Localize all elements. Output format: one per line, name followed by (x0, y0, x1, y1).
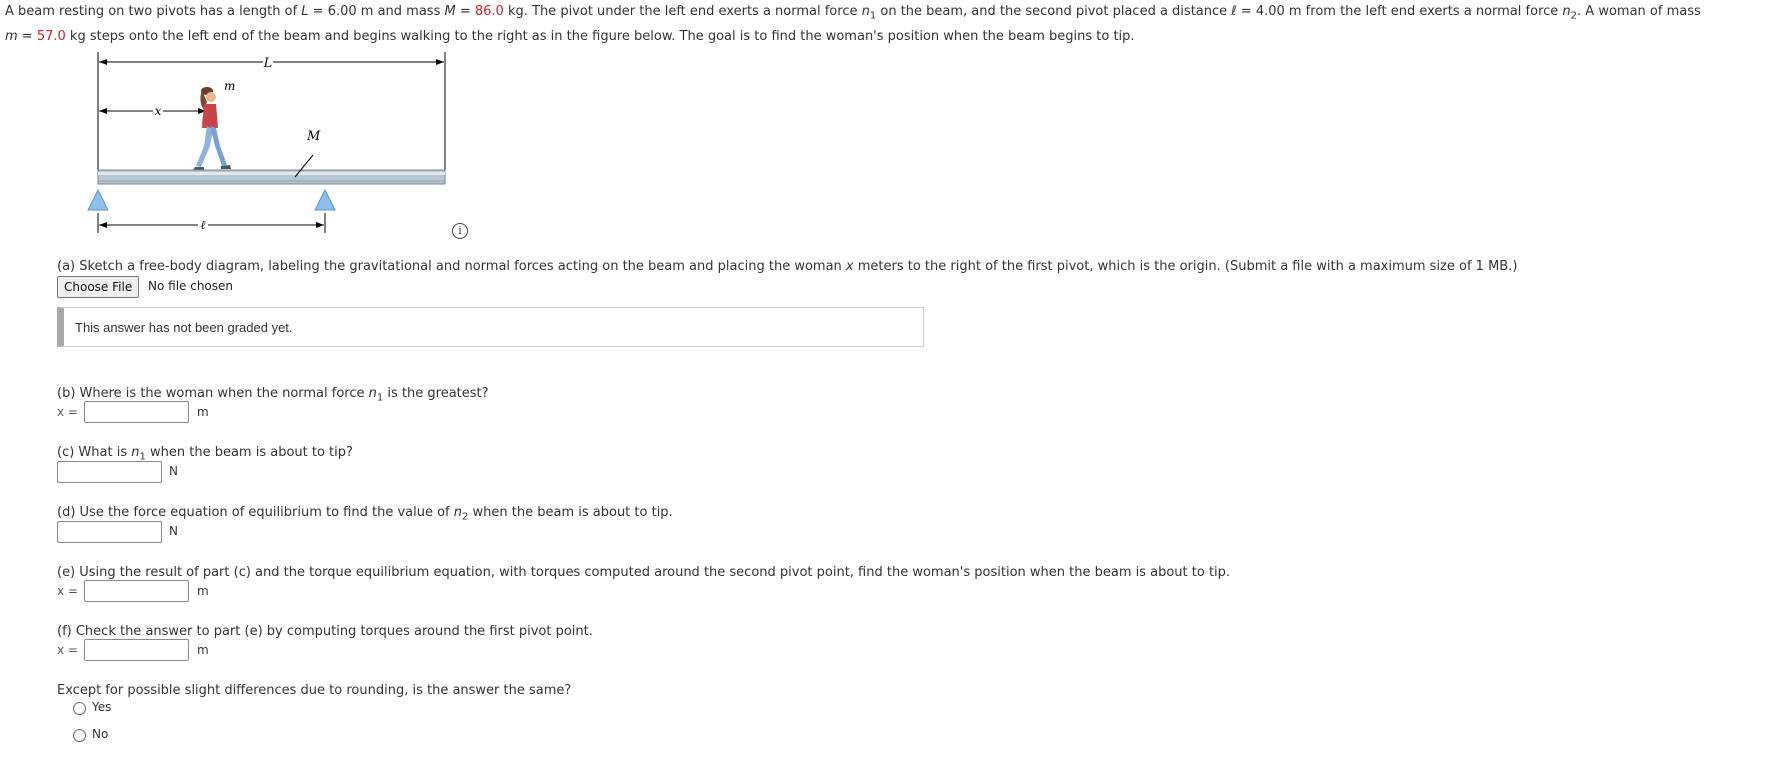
beam-mass-value: 86.0 (474, 4, 504, 19)
woman-mass-label: m (224, 79, 235, 93)
part-f-unit: m (197, 643, 209, 657)
radio-yes-label[interactable]: Yes (92, 700, 111, 714)
part-e-x-label: x = (57, 584, 78, 598)
radio-no[interactable] (73, 729, 86, 742)
part-c-answer-input[interactable] (57, 461, 162, 483)
beam-figure: L x m M ℓ (87, 52, 446, 233)
right-pivot (314, 188, 336, 211)
part-f-x-label: x = (57, 643, 78, 657)
part-d-unit: N (169, 524, 178, 538)
part-f-answer-input[interactable] (84, 639, 189, 661)
beam-mass-label: M (306, 129, 321, 144)
problem-statement: A beam resting on two pivots has a lengt… (5, 4, 1701, 44)
info-icon[interactable]: i (452, 223, 468, 239)
same-answer-question: Except for possible slight differences d… (57, 683, 572, 698)
part-b-answer-input[interactable] (84, 401, 189, 423)
radio-yes[interactable] (73, 702, 86, 715)
part-c-unit: N (169, 464, 178, 478)
ell-label: ℓ (201, 218, 206, 232)
part-e-unit: m (197, 584, 209, 598)
x-label: x (155, 104, 162, 118)
part-a-question: (a) Sketch a free-body diagram, labeling… (57, 259, 1518, 274)
part-d-question: (d) Use the force equation of equilibriu… (57, 505, 673, 523)
length-label: L (263, 56, 273, 71)
part-c-question: (c) What is n1 when the beam is about to… (57, 445, 353, 463)
part-e-answer-input[interactable] (84, 580, 189, 602)
file-status: No file chosen (148, 279, 234, 293)
part-d-answer-input[interactable] (57, 521, 162, 543)
left-pivot (87, 188, 109, 211)
part-f-question: (f) Check the answer to part (e) by comp… (57, 624, 593, 639)
part-b-x-label: x = (57, 405, 78, 419)
woman-mass-value: 57.0 (36, 28, 66, 44)
grading-status-box: This answer has not been graded yet. (57, 307, 924, 347)
part-b-unit: m (197, 405, 209, 419)
choose-file-button[interactable]: Choose File (57, 276, 140, 298)
part-e-question: (e) Using the result of part (c) and the… (57, 565, 1231, 580)
radio-no-label[interactable]: No (92, 727, 108, 741)
grading-status-text: This answer has not been graded yet. (75, 320, 293, 335)
woman-icon (193, 87, 231, 170)
